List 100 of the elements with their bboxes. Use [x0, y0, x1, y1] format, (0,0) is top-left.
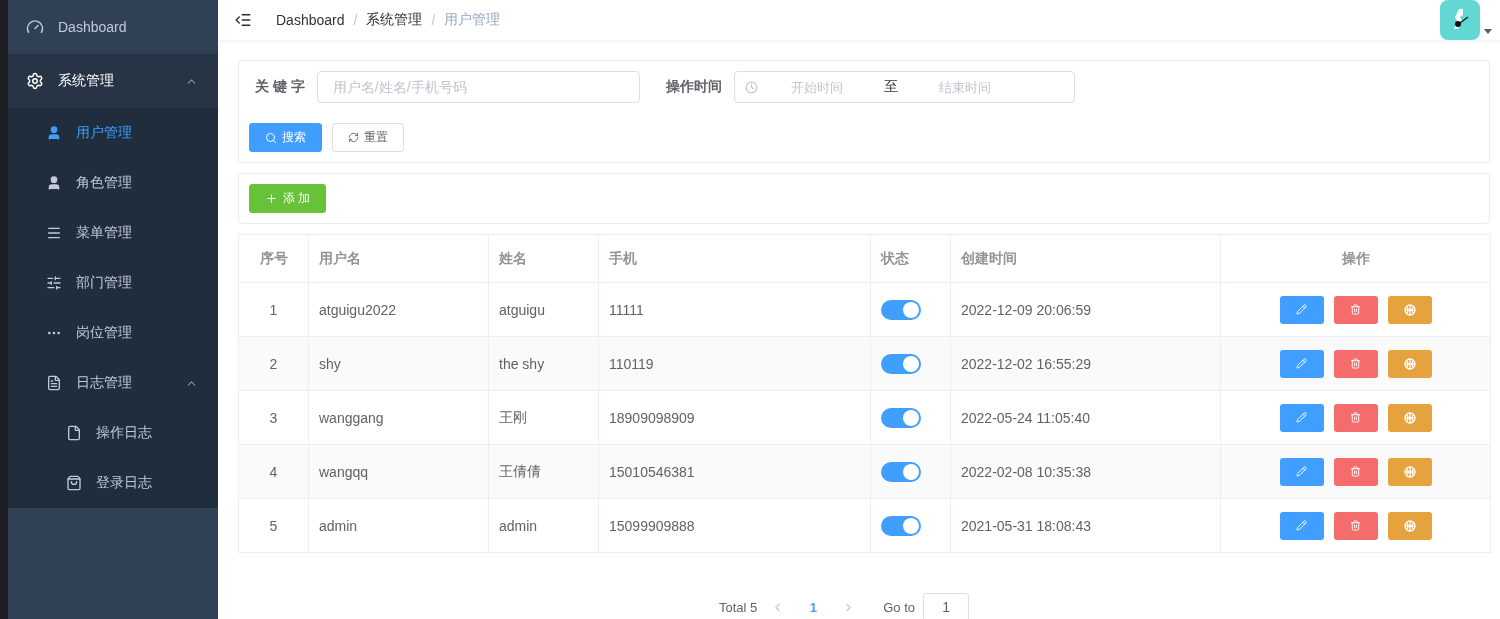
table-cell: 4 — [269, 463, 278, 480]
goto-field[interactable]: 1 — [923, 593, 970, 619]
column-header: 序号 — [238, 234, 309, 283]
table-cell: the shy — [499, 355, 545, 372]
edit-button[interactable] — [1279, 349, 1324, 378]
sidebar-item[interactable]: 菜单管理 — [8, 208, 218, 258]
table-cell: atguigu — [499, 301, 545, 318]
breadcrumb-item: 用户管理 — [444, 11, 501, 29]
range-separator: 至 — [882, 78, 899, 96]
pencil-icon — [1296, 466, 1307, 477]
total-count: Total 5 — [718, 599, 758, 615]
ball-icon — [1403, 411, 1416, 424]
table-cell: 2021-05-31 18:08:43 — [961, 517, 1091, 534]
trash-icon — [1350, 466, 1361, 477]
table-cell: 3 — [269, 409, 278, 426]
document-icon — [46, 375, 62, 391]
ball-icon — [1403, 465, 1416, 478]
trash-icon — [1350, 358, 1361, 369]
table-cell: 18909098909 — [609, 409, 695, 426]
delete-button[interactable] — [1333, 349, 1378, 378]
sidebar-item[interactable]: 系统管理 — [8, 54, 218, 108]
pencil-icon — [1296, 412, 1307, 423]
table-cell: 2022-05-24 11:05:40 — [961, 409, 1090, 426]
assign-button[interactable] — [1387, 349, 1432, 378]
table-cell: shy — [319, 355, 341, 372]
user-icon — [46, 125, 62, 141]
assign-button[interactable] — [1387, 457, 1432, 486]
column-header: 用户名 — [308, 234, 489, 283]
reset-button[interactable]: 重置 — [332, 123, 404, 152]
ball-icon — [1403, 357, 1416, 370]
delete-button[interactable] — [1333, 457, 1378, 486]
breadcrumb-item[interactable]: Dashboard — [276, 12, 345, 28]
trash-icon — [1350, 412, 1361, 423]
pencil-icon — [1296, 358, 1307, 369]
column-header: 手机 — [598, 234, 871, 283]
delete-button[interactable] — [1333, 511, 1378, 540]
sidebar-item[interactable]: 操作日志 — [8, 408, 218, 458]
avatar[interactable] — [1440, 0, 1480, 40]
sidebar-item[interactable]: 岗位管理 — [8, 308, 218, 358]
table-cell: admin — [319, 517, 358, 534]
edit-button[interactable] — [1279, 295, 1324, 324]
status-switch[interactable] — [881, 407, 921, 428]
table-cell: 2022-12-09 20:06:59 — [961, 301, 1091, 318]
dashboard-icon — [26, 18, 44, 36]
sidebar-item[interactable]: 部门管理 — [8, 258, 218, 308]
delete-button[interactable] — [1333, 403, 1378, 432]
assign-button[interactable] — [1387, 511, 1432, 540]
table-cell: admin — [499, 517, 538, 534]
pencil-icon — [1296, 520, 1307, 531]
table-cell: 2022-12-02 16:55:29 — [961, 355, 1091, 372]
column-header: 操作 — [1220, 234, 1491, 283]
sidebar-item[interactable]: 日志管理 — [8, 358, 218, 408]
breadcrumb-item[interactable]: 系统管理 — [366, 11, 423, 29]
table-cell: 11111 — [609, 301, 644, 318]
gear-icon — [26, 72, 44, 90]
sidebar-item[interactable]: 登录日志 — [8, 458, 218, 508]
status-switch[interactable] — [881, 299, 921, 320]
status-switch[interactable] — [881, 461, 921, 482]
table-cell: 2 — [269, 355, 278, 372]
sidebar-item[interactable]: 用户管理 — [8, 108, 218, 158]
column-header: 创建时间 — [950, 234, 1221, 283]
edit-button[interactable] — [1279, 403, 1324, 432]
breadcrumb-separator: / — [353, 12, 358, 28]
delete-button[interactable] — [1333, 295, 1378, 324]
column-header: 状态 — [870, 234, 951, 283]
table-cell: 1 — [269, 301, 278, 318]
table-cell: 2022-02-08 10:35:38 — [961, 463, 1091, 480]
sliders-icon — [46, 275, 62, 291]
sidebar-item[interactable]: 角色管理 — [8, 158, 218, 208]
table-cell: 5 — [269, 517, 278, 534]
goto-label: Go to — [883, 599, 916, 615]
table-cell: 15099909888 — [609, 517, 695, 534]
menu-icon — [46, 225, 62, 241]
assign-button[interactable] — [1387, 403, 1432, 432]
trash-icon — [1350, 304, 1361, 315]
file-icon — [66, 425, 82, 441]
keyword-field[interactable]: 用户名/姓名/手机号码 — [316, 71, 640, 103]
table-cell: wangqq — [319, 463, 369, 480]
pencil-icon — [1296, 304, 1307, 315]
refresh-icon — [348, 132, 359, 143]
status-switch[interactable] — [881, 353, 921, 374]
clock-icon — [744, 80, 758, 94]
edit-button[interactable] — [1279, 511, 1324, 540]
table-cell: wanggang — [319, 409, 384, 426]
assign-button[interactable] — [1387, 295, 1432, 324]
trash-icon — [1350, 520, 1361, 531]
breadcrumb-separator: / — [431, 12, 436, 28]
plus-icon — [265, 192, 278, 205]
table-cell: atguigu2022 — [319, 301, 397, 318]
edit-button[interactable] — [1279, 457, 1324, 486]
table-cell: 15010546381 — [609, 463, 695, 480]
table-cell: 王刚 — [499, 408, 527, 425]
keyword-label: 关 键 字 — [254, 78, 305, 96]
search-icon — [265, 131, 277, 144]
ball-icon — [1403, 519, 1416, 532]
table-cell: 110119 — [609, 355, 654, 372]
date-range-field[interactable]: 开始时间 至 结束时间 — [733, 71, 1075, 103]
menu-toggle-icon[interactable] — [234, 11, 252, 29]
status-switch[interactable] — [881, 515, 921, 536]
caret-icon[interactable] — [1484, 28, 1492, 34]
